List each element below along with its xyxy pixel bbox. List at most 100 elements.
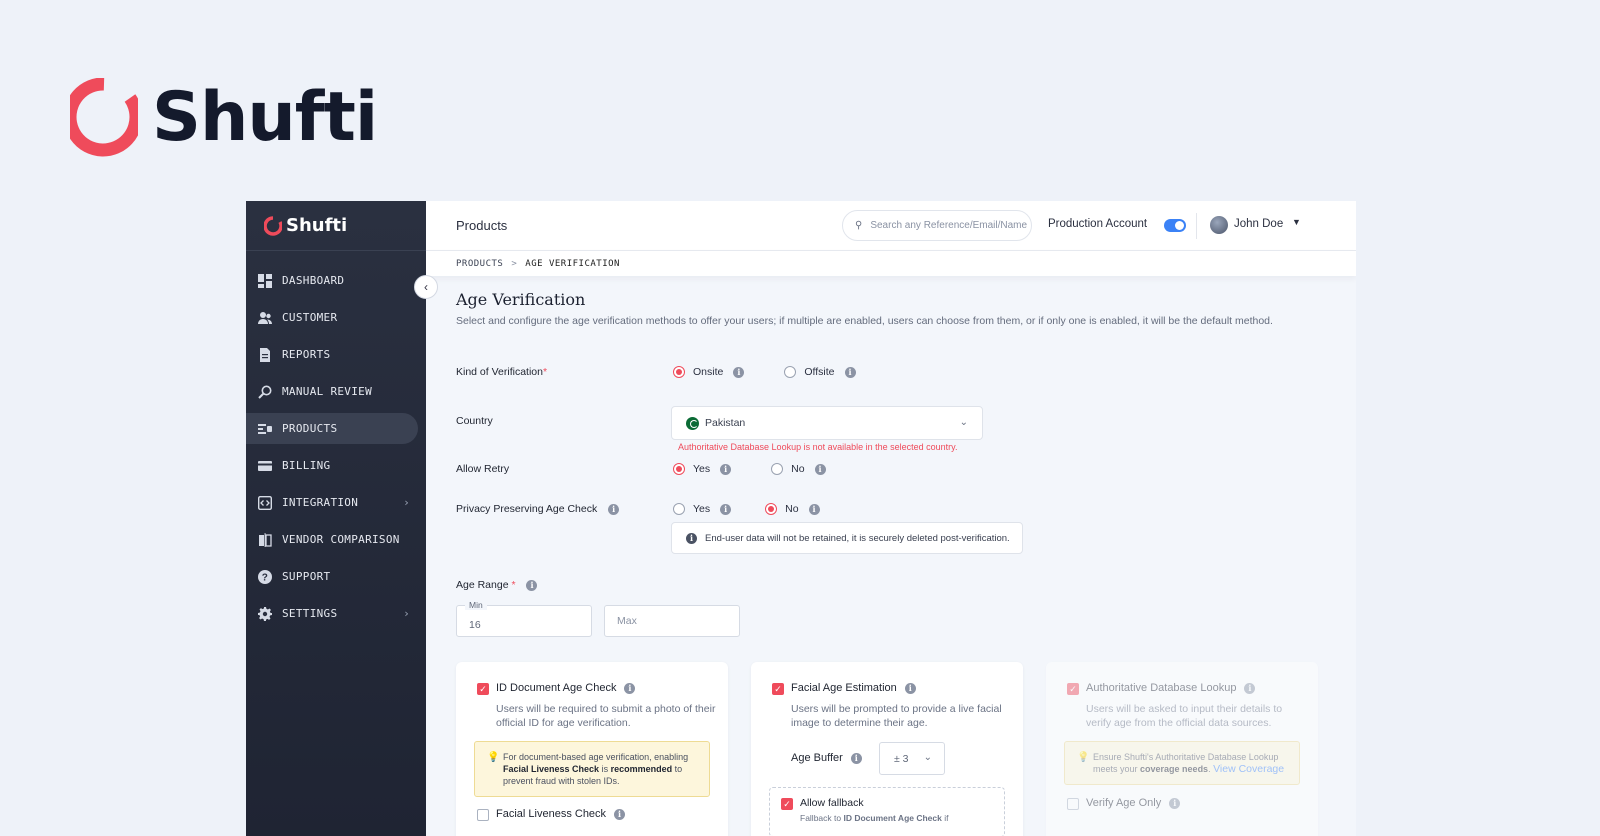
sidebar-item-settings[interactable]: SETTINGS › [246,598,418,629]
sidebar-item-label: SETTINGS [282,607,338,620]
database-lookup-title-text: Authoritative Database Lookup [1086,682,1237,694]
info-icon[interactable]: i [1244,682,1256,694]
radio-button[interactable] [673,503,685,515]
breadcrumb-separator: > [511,258,518,269]
age-max-placeholder: Max [617,615,637,627]
caret-down-icon[interactable]: ▼ [1292,217,1301,227]
facial-liveness-checkbox[interactable] [477,809,489,821]
info-icon[interactable]: i [808,503,820,515]
sidebar-item-support[interactable]: ? SUPPORT [246,561,418,592]
sidebar-item-label: SUPPORT [282,570,331,583]
sidebar-item-dashboard[interactable]: DASHBOARD [246,265,418,296]
lightbulb-icon: 💡 [1077,752,1090,763]
privacy-check-text: Privacy Preserving Age Check [456,503,598,515]
svg-text:?: ? [262,572,268,583]
age-range-label: Age Range * i [456,579,538,591]
info-icon[interactable]: i [614,808,626,820]
privacy-check-label: Privacy Preserving Age Check i [456,503,620,515]
verify-age-only-checkbox[interactable] [1067,798,1079,810]
allow-retry-radios: Yes i No i [673,463,826,475]
age-buffer-select[interactable]: ± 3 ⌄ [879,742,945,775]
radio-button[interactable] [673,366,685,378]
sidebar-item-billing[interactable]: BILLING [246,450,418,481]
sidebar-logo[interactable]: Shufti [246,201,426,251]
production-account-label: Production Account [1048,218,1148,230]
allow-retry-label: Allow Retry [456,463,510,475]
radio-retry-no[interactable]: No i [771,463,826,475]
id-document-checkbox[interactable]: ✓ [477,683,489,695]
id-document-title-text: ID Document Age Check [496,682,617,694]
avatar[interactable] [1210,216,1228,234]
fallback-bold: ID Document Age Check [843,813,942,823]
info-icon[interactable]: i [526,579,538,591]
radio-button[interactable] [784,366,797,378]
info-icon[interactable]: i [608,503,620,515]
radio-onsite[interactable]: Onsite i [673,366,745,378]
pakistan-flag-icon [686,416,699,430]
sidebar-item-products[interactable]: PRODUCTS [246,413,418,444]
info-icon[interactable]: i [850,752,862,764]
sidebar-item-customer[interactable]: CUSTOMER [246,302,418,333]
sidebar-item-reports[interactable]: REPORTS [246,339,418,370]
sidebar-item-label: INTEGRATION [282,496,359,509]
age-max-input[interactable]: Max [604,605,740,637]
view-coverage-link[interactable]: View Coverage [1213,763,1284,775]
sidebar-item-label: REPORTS [282,348,331,361]
topbar-title: Products [456,218,508,233]
page-description: Select and configure the age verificatio… [456,315,1273,327]
facial-age-card: ✓ Facial Age Estimation i Users will be p… [751,662,1023,836]
production-account-toggle[interactable] [1164,219,1186,232]
breadcrumb: PRODUCTS > AGE VERIFICATION [426,251,1356,276]
radio-privacy-yes[interactable]: Yes i [673,503,732,515]
sidebar: Shufti DASHBOARD CUSTOMER REPORTS MANUAL… [246,201,426,836]
dashboard-icon [258,273,272,288]
info-icon[interactable]: i [720,503,732,515]
id-document-tip: 💡 For document-based age verification, e… [474,741,710,797]
collapse-sidebar-button[interactable]: ‹ [414,275,438,299]
breadcrumb-products[interactable]: PRODUCTS [456,259,503,269]
sidebar-item-label: PRODUCTS [282,422,338,435]
id-document-card: ✓ ID Document Age Check i Users will be r… [456,662,728,836]
info-icon[interactable]: i [733,366,745,378]
app-window: Shufti DASHBOARD CUSTOMER REPORTS MANUAL… [246,201,1356,836]
search-input[interactable]: ⚲ Search any Reference/Email/Name [842,210,1032,241]
topbar-divider [1196,213,1197,239]
user-name[interactable]: John Doe [1234,218,1283,230]
chevron-down-icon: ⌄ [923,752,932,763]
info-icon[interactable]: i [720,463,732,475]
chevron-right-icon: › [403,496,410,509]
allow-fallback-label: Allow fallback [800,797,864,809]
country-select[interactable]: Pakistan ⌄ [671,406,983,440]
radio-button[interactable] [771,463,784,475]
allow-fallback-subtext: Fallback to ID Document Age Check if [800,813,949,823]
search-placeholder: Search any Reference/Email/Name [870,220,1028,231]
gear-icon [258,606,272,621]
info-icon[interactable]: i [844,366,856,378]
sidebar-item-label: MANUAL REVIEW [282,385,372,398]
allow-fallback-checkbox[interactable]: ✓ [781,798,793,810]
radio-button[interactable] [765,503,778,515]
country-value: Pakistan [705,417,746,429]
radio-privacy-no[interactable]: No i [765,503,820,515]
age-buffer-value: ± 3 [894,753,909,765]
country-label: Country [456,415,493,427]
sidebar-item-vendor-comparison[interactable]: VENDOR COMPARISON [246,524,418,555]
info-icon[interactable]: i [1169,797,1181,809]
compare-icon [258,532,272,547]
info-icon[interactable]: i [624,682,636,694]
radio-offsite[interactable]: Offsite i [784,366,856,378]
radio-button[interactable] [673,463,685,475]
database-lookup-checkbox[interactable]: ✓ [1067,683,1079,695]
lightbulb-icon: 💡 [487,752,500,763]
facial-age-checkbox[interactable]: ✓ [772,683,784,695]
info-icon[interactable]: i [904,682,916,694]
search-icon: ⚲ [855,220,863,231]
info-icon[interactable]: i [814,463,826,475]
kind-of-verification-radios: Onsite i Offsite i [673,366,856,378]
radio-retry-yes[interactable]: Yes i [673,463,732,475]
tip-bold: Facial Liveness Check [503,764,600,774]
sidebar-item-manual-review[interactable]: MANUAL REVIEW [246,376,418,407]
sidebar-item-integration[interactable]: INTEGRATION › [246,487,418,518]
age-min-input[interactable]: Min 16 [456,600,592,637]
facial-age-description: Users will be prompted to provide a live… [791,703,1002,729]
